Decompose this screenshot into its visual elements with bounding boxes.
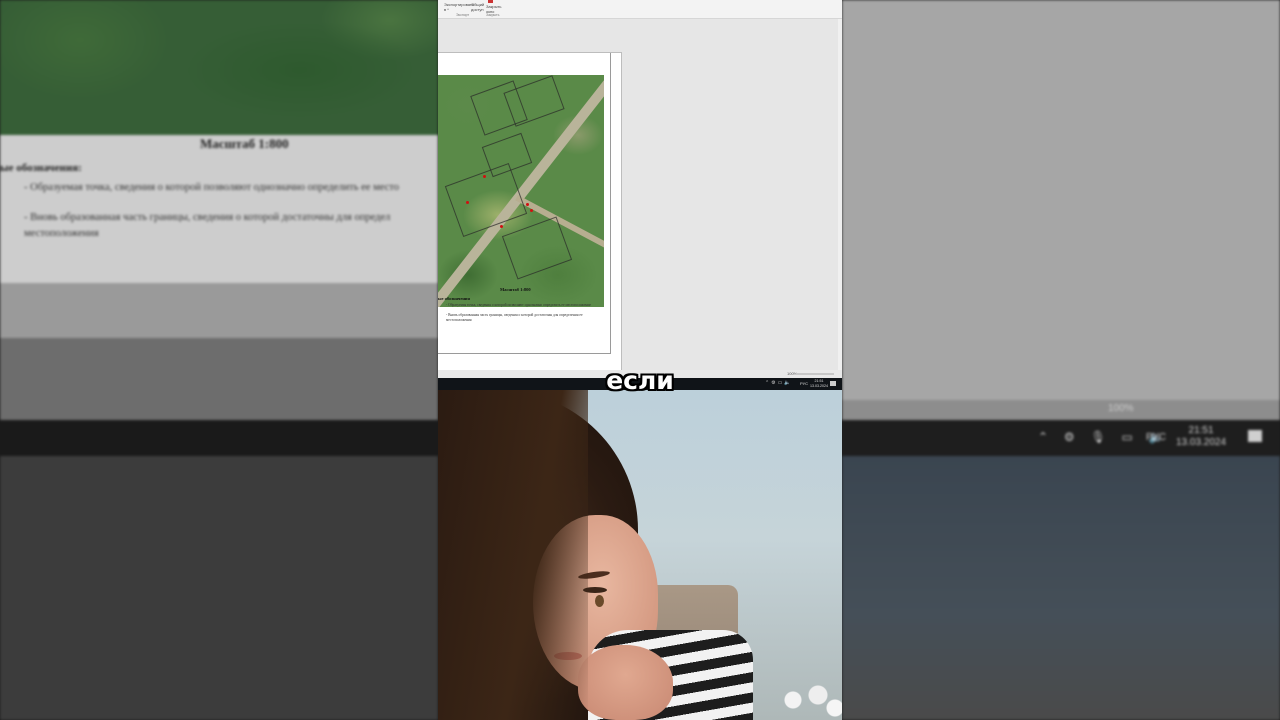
survey-point [466,201,469,204]
background-legend-item: местоположения [24,228,99,239]
export-button[interactable]: Экспортировать в * [444,2,474,12]
document-canvas[interactable] [438,19,838,376]
background-status-strip [842,400,1280,420]
background-legend-item: - Образуемая точка, сведения о которой п… [24,182,400,193]
page-legend-item: местоположения [446,318,472,322]
map-plot-boundary [444,162,528,238]
video-panel: Экспортировать в * Общий доступ Закрыть … [438,0,842,720]
person-hair-front [438,390,588,720]
close-window-icon [488,0,493,3]
background-clock: 21:51 13.03.2024 [1176,425,1227,448]
survey-point [500,225,503,228]
background-webcam [842,456,1280,720]
background-legend-title: ые обозначения: [0,162,82,174]
person-earring [595,595,604,607]
background-taskbar [0,420,438,456]
page-scale-label: Масштаб 1:800 [500,287,531,292]
webcam-feed [438,390,842,720]
survey-point [526,203,529,206]
vertical-scrollbar[interactable] [838,19,842,376]
share-button[interactable]: Общий доступ [471,2,484,12]
background-scale-label: Масштаб 1:800 [200,136,289,151]
background-map [0,0,438,135]
app-ribbon: Экспортировать в * Общий доступ Закрыть … [438,0,842,19]
survey-point [483,175,486,178]
background-zoom-label: 100% [1108,403,1134,414]
background-legend-item: - Вновь образованная часть границы, свед… [24,212,391,223]
page-legend-item: - Вновь образованная часть границы, свед… [446,313,583,317]
ribbon-group-label: Экспорт [456,13,470,17]
satellite-map [438,75,604,307]
background-lang: РУС [1146,432,1167,443]
flowers [773,680,842,720]
document-page [438,53,621,371]
background-notification-icon [1248,430,1262,442]
subtitle-caption: если [606,366,674,395]
map-plot-boundary [501,216,573,280]
survey-point [530,209,533,212]
background-left: Масштаб 1:800 ые обозначения: - Образуем… [0,0,438,720]
background-gray [0,338,438,420]
ribbon-group-label: Закрыть [486,13,500,17]
background-doc-strip [0,283,438,338]
background-canvas [842,0,1280,400]
page-legend-item: - Образуемая точка, сведения о которой п… [446,303,591,307]
background-document [0,135,438,283]
background-right: 100% ⌃ ⚙ 🎙 ▭ 🔈 РУС 21:51 13.03.2024 [842,0,1280,720]
person-hand [578,645,673,720]
background-webcam [0,456,438,720]
page-legend-title: ые обозначения [438,296,470,301]
